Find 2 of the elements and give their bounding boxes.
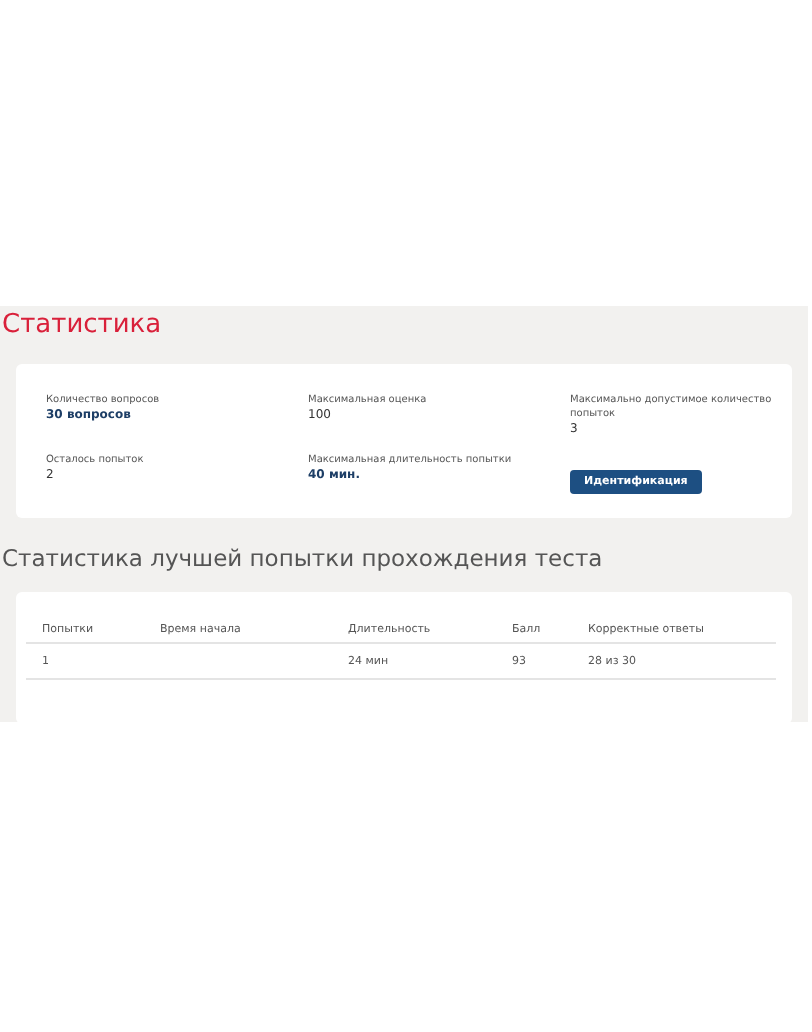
page-title: Статистика — [0, 308, 164, 344]
section-title: Статистика лучшей попытки прохождения теста — [0, 542, 605, 576]
